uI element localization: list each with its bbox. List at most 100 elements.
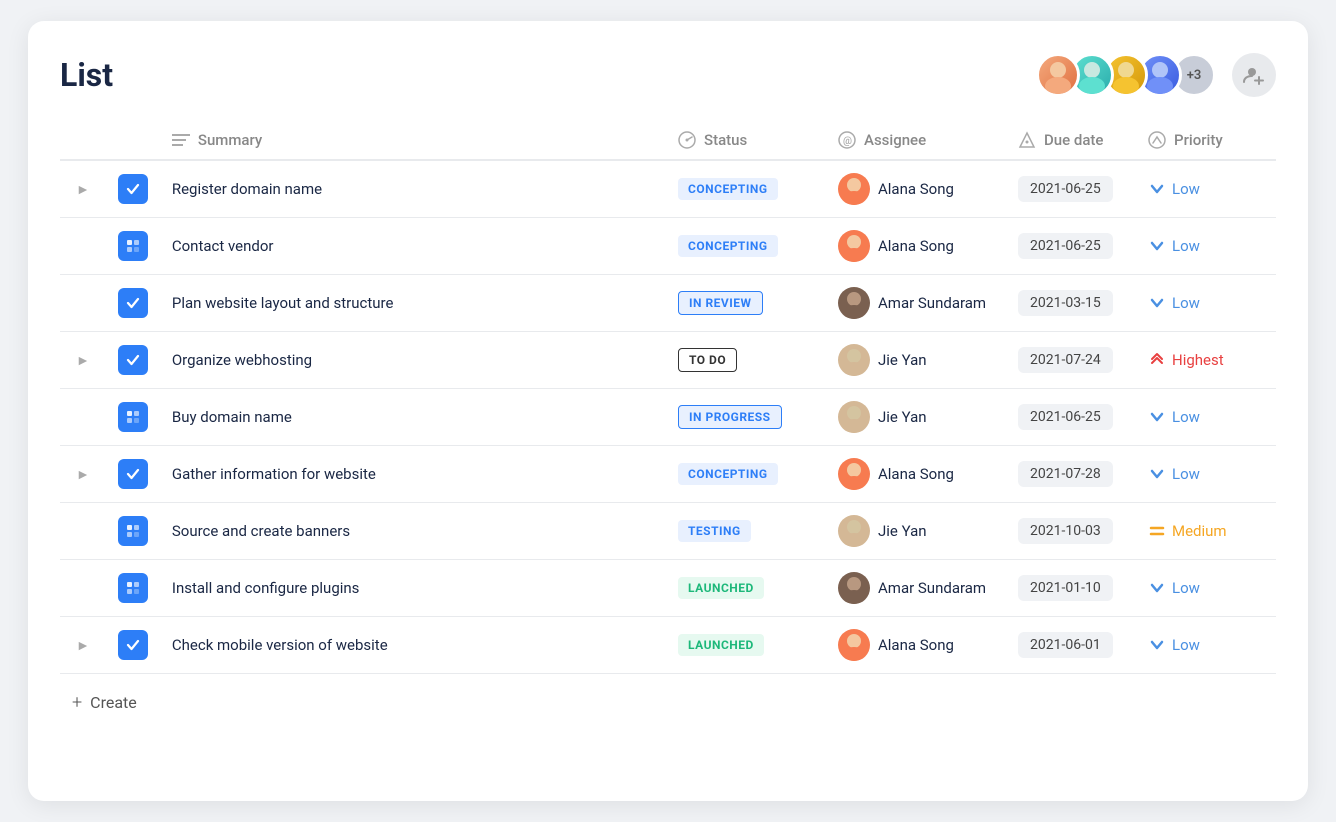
col-assignee-header: @ Assignee (826, 121, 1006, 160)
avatar (838, 230, 870, 262)
status-badge[interactable]: IN PROGRESS (678, 405, 782, 429)
due-date-badge[interactable]: 2021-06-25 (1018, 404, 1113, 430)
avatar (838, 344, 870, 376)
status-badge[interactable]: CONCEPTING (678, 463, 778, 485)
priority-value[interactable]: Medium (1148, 522, 1264, 540)
subtask-icon (118, 231, 148, 261)
avatar (838, 572, 870, 604)
svg-text:@: @ (843, 136, 852, 147)
assignee-cell: Alana Song (826, 160, 1006, 218)
summary-cell[interactable]: Plan website layout and structure (160, 275, 666, 332)
expand-cell (60, 218, 106, 275)
chevron-double-up-icon (1148, 351, 1166, 369)
assignee-cell: Jie Yan (826, 389, 1006, 446)
priority-value[interactable]: Low (1148, 465, 1264, 483)
create-row[interactable]: + Create (60, 674, 1276, 713)
avatar (838, 629, 870, 661)
expand-button[interactable]: ► (72, 635, 94, 655)
assignee-cell: Jie Yan (826, 503, 1006, 560)
due-date-badge[interactable]: 2021-03-15 (1018, 290, 1113, 316)
assignee-name: Jie Yan (878, 351, 927, 369)
icon-cell (106, 275, 160, 332)
due-date-badge[interactable]: 2021-06-25 (1018, 176, 1113, 202)
priority-cell: Medium (1136, 503, 1276, 560)
priority-value[interactable]: Low (1148, 237, 1264, 255)
assignee-cell: Jie Yan (826, 332, 1006, 389)
assignee-name: Amar Sundaram (878, 579, 986, 597)
expand-cell: ► (60, 617, 106, 674)
priority-value[interactable]: Low (1148, 180, 1264, 198)
summary-cell[interactable]: Buy domain name (160, 389, 666, 446)
status-badge[interactable]: TO DO (678, 348, 737, 372)
check-icon (118, 630, 148, 660)
priority-value[interactable]: Highest (1148, 351, 1264, 369)
status-badge[interactable]: TESTING (678, 520, 751, 542)
avatar (838, 287, 870, 319)
expand-button[interactable]: ► (72, 350, 94, 370)
due-date-badge[interactable]: 2021-07-24 (1018, 347, 1113, 373)
summary-cell[interactable]: Gather information for website (160, 446, 666, 503)
due-date-badge[interactable]: 2021-01-10 (1018, 575, 1113, 601)
avatar (838, 458, 870, 490)
equals-icon (1148, 522, 1166, 540)
assignee-name: Jie Yan (878, 522, 927, 540)
summary-cell[interactable]: Organize webhosting (160, 332, 666, 389)
duedate-cell: 2021-03-15 (1006, 275, 1136, 332)
duedate-cell: 2021-01-10 (1006, 560, 1136, 617)
priority-cell: Low (1136, 389, 1276, 446)
priority-value[interactable]: Low (1148, 636, 1264, 654)
summary-cell[interactable]: Source and create banners (160, 503, 666, 560)
summary-cell[interactable]: Register domain name (160, 160, 666, 218)
assignee-name: Alana Song (878, 180, 954, 198)
expand-cell (60, 275, 106, 332)
table-row: Source and create banners TESTING Jie Ya… (60, 503, 1276, 560)
table-row: Install and configure plugins LAUNCHED A… (60, 560, 1276, 617)
status-badge[interactable]: LAUNCHED (678, 577, 764, 599)
assignee-cell: Amar Sundaram (826, 560, 1006, 617)
avatar-1[interactable] (1036, 53, 1080, 97)
summary-cell[interactable]: Install and configure plugins (160, 560, 666, 617)
priority-value[interactable]: Low (1148, 294, 1264, 312)
priority-value[interactable]: Low (1148, 579, 1264, 597)
due-date-badge[interactable]: 2021-07-28 (1018, 461, 1113, 487)
col-summary-header: Summary (160, 121, 666, 160)
expand-cell: ► (60, 160, 106, 218)
expand-button[interactable]: ► (72, 179, 94, 199)
status-badge[interactable]: LAUNCHED (678, 634, 764, 656)
priority-cell: Low (1136, 560, 1276, 617)
expand-cell: ► (60, 332, 106, 389)
status-badge[interactable]: CONCEPTING (678, 178, 778, 200)
col-status-header: Status (666, 121, 826, 160)
status-badge[interactable]: IN REVIEW (678, 291, 763, 315)
status-cell: LAUNCHED (666, 617, 826, 674)
priority-label: Low (1172, 294, 1200, 312)
duedate-col-label: Due date (1044, 131, 1103, 149)
priority-label: Low (1172, 408, 1200, 426)
add-member-button[interactable] (1232, 53, 1276, 97)
due-date-badge[interactable]: 2021-06-01 (1018, 632, 1113, 658)
priority-label: Low (1172, 579, 1200, 597)
due-date-badge[interactable]: 2021-10-03 (1018, 518, 1113, 544)
status-cell: CONCEPTING (666, 218, 826, 275)
expand-button[interactable]: ► (72, 464, 94, 484)
avatar-group: +3 (1036, 53, 1216, 97)
chevron-down-icon (1148, 636, 1166, 654)
chevron-down-icon (1148, 465, 1166, 483)
expand-cell (60, 560, 106, 617)
expand-cell: ► (60, 446, 106, 503)
table-row: Plan website layout and structure IN REV… (60, 275, 1276, 332)
table-row: ► Check mobile version of website LAUNCH… (60, 617, 1276, 674)
priority-value[interactable]: Low (1148, 408, 1264, 426)
assignee-name: Alana Song (878, 636, 954, 654)
due-date-badge[interactable]: 2021-06-25 (1018, 233, 1113, 259)
status-badge[interactable]: CONCEPTING (678, 235, 778, 257)
priority-cell: Low (1136, 218, 1276, 275)
table-row: Buy domain name IN PROGRESS Jie Yan 2021… (60, 389, 1276, 446)
duedate-cell: 2021-06-25 (1006, 389, 1136, 446)
assignee-cell: Alana Song (826, 446, 1006, 503)
status-cell: IN REVIEW (666, 275, 826, 332)
priority-cell: Low (1136, 160, 1276, 218)
summary-cell[interactable]: Check mobile version of website (160, 617, 666, 674)
status-cell: TESTING (666, 503, 826, 560)
summary-cell[interactable]: Contact vendor (160, 218, 666, 275)
